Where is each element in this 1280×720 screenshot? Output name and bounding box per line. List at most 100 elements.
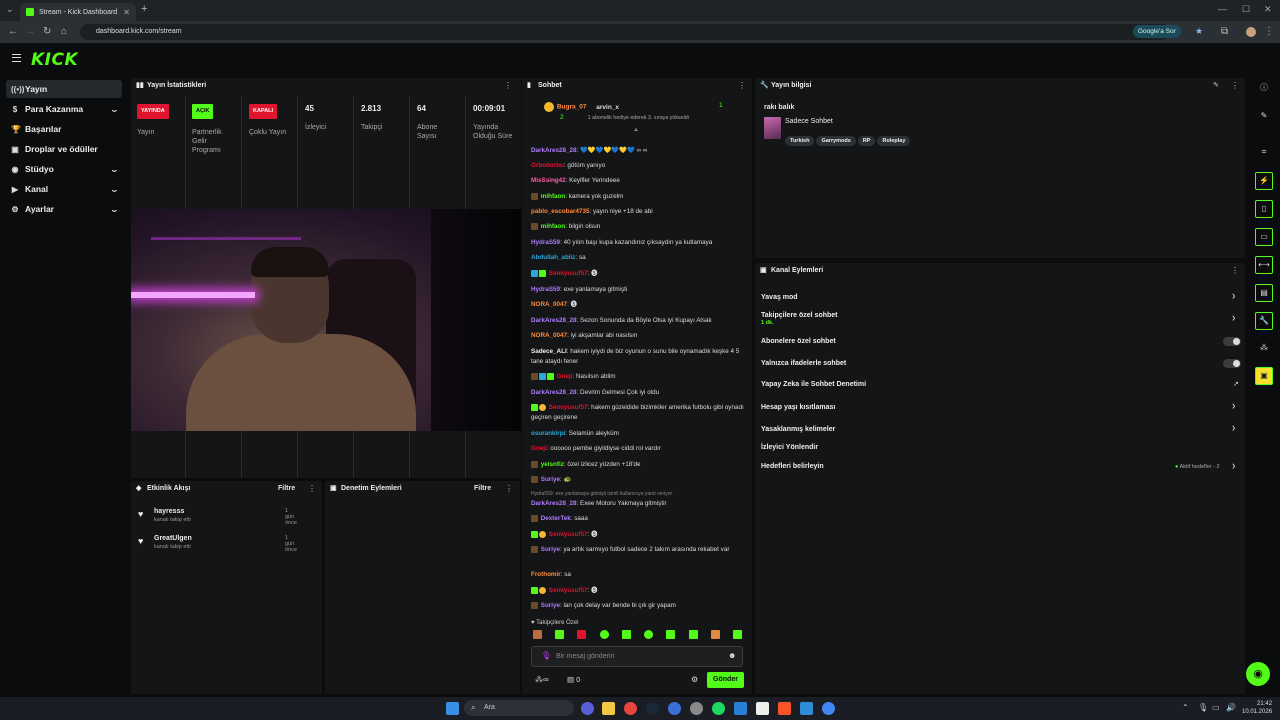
bookmark-star-icon[interactable]: ★ — [1195, 26, 1203, 37]
kick-logo[interactable]: KICK — [31, 50, 78, 70]
action-account-age[interactable]: Hesap yaşı kısıtlaması — [761, 404, 835, 411]
chat-message[interactable]: mihfaon: kamera yok guzelm — [531, 192, 746, 202]
emote-only-toggle[interactable] — [1223, 359, 1241, 368]
clock[interactable]: 21:42 10.01.2026 — [1242, 700, 1272, 716]
activity-filter-button[interactable]: Filtre — [278, 485, 295, 492]
emote-icon[interactable] — [533, 630, 542, 639]
action-banned-words[interactable]: Yasaklanmış kelimeler — [761, 426, 835, 433]
maximize-icon[interactable]: ☐ — [1242, 4, 1250, 15]
chat-username[interactable]: Semiyusuf57 — [549, 587, 588, 594]
send-button[interactable]: Gönder — [707, 672, 744, 688]
close-tab-icon[interactable]: ✕ — [123, 8, 130, 17]
sidebar-item-ayarlar[interactable]: ⚙ Ayarlar ⌄ — [6, 200, 122, 218]
edit-icon[interactable]: ✎ — [1213, 78, 1219, 94]
lightning-icon[interactable]: ⚡ — [1255, 172, 1273, 190]
emoji-icon[interactable]: ☻ — [728, 651, 736, 660]
chat-message[interactable]: MisSsing42: Keyifler Yerindeee — [531, 176, 746, 186]
extensions-icon[interactable]: ⧉ — [1221, 26, 1228, 37]
vscode-icon[interactable] — [734, 702, 747, 715]
emote-icon[interactable] — [732, 630, 742, 639]
chevron-right-icon[interactable]: › — [1232, 290, 1235, 303]
taskbar-search[interactable]: Ara — [464, 700, 574, 716]
chevron-right-icon[interactable]: › — [1232, 460, 1235, 473]
tray-chevron-icon[interactable]: ⌃ — [1182, 703, 1189, 712]
minimize-icon[interactable]: — — [1218, 4, 1227, 14]
chat-username[interactable]: HydraS59 — [531, 286, 560, 293]
chat-username[interactable]: mihfaon — [541, 223, 566, 230]
moderation-menu-icon[interactable]: ⋮ — [505, 481, 513, 497]
chat-message[interactable]: NORA_0047: iyi akşamlar abi nasılsın — [531, 331, 746, 341]
emote-icon[interactable] — [599, 630, 609, 639]
chat-message[interactable]: Gneji: Nasılsın ablim — [531, 372, 746, 382]
app-icon[interactable] — [690, 702, 703, 715]
action-slow-mode[interactable]: Yavaş mod — [761, 294, 798, 301]
sidebar-item-studyo[interactable]: ◉ Stüdyo ⌄ — [6, 160, 122, 178]
notion-icon[interactable] — [756, 702, 769, 715]
chat-message[interactable]: Suriye: lan çok delay var bende bi çık g… — [531, 601, 746, 611]
nodes-icon[interactable]: ⁂ — [1255, 340, 1273, 358]
chat-username[interactable]: DarkAres28_28 — [531, 500, 577, 507]
moderation-filter-button[interactable]: Filtre — [474, 485, 491, 492]
clip-icon[interactable]: ▣ — [1255, 367, 1273, 385]
app-icon[interactable] — [800, 702, 813, 715]
chat-username[interactable]: Semiyusuf57 — [549, 270, 588, 277]
chat-username[interactable]: DarkAres28_28 — [531, 389, 577, 396]
chat-username[interactable]: Semiyusuf57 — [549, 531, 588, 538]
chat-bubble-icon[interactable]: ▭ — [1255, 228, 1273, 246]
chat-message[interactable]: Suriye: ya artık sarmıyo futbol sadece 2… — [531, 545, 746, 555]
chat-message[interactable]: HydraS59: 40 yılın başı kupa kazandınız … — [531, 238, 746, 248]
chat-message[interactable]: Semiyusuf57: hakem güzeldide bizimkiler … — [531, 403, 746, 423]
chat-message[interactable]: pablo_escobar4735: yayın niye +18 de abi — [531, 207, 746, 217]
emote-icon[interactable] — [644, 630, 654, 639]
chevron-down-icon[interactable]: ⩡ — [634, 127, 638, 135]
emote-icon[interactable] — [555, 630, 565, 639]
sidebar-item-yayin[interactable]: ((•)) Yayın — [6, 80, 122, 98]
activity-menu-icon[interactable]: ⋮ — [308, 481, 316, 497]
stats-menu-icon[interactable]: ⋮ — [504, 78, 512, 94]
chat-username[interactable]: pablo_escobar4735 — [531, 208, 589, 215]
copilot-icon[interactable] — [581, 702, 594, 715]
wrench-rail-icon[interactable]: 🔧 — [1255, 312, 1273, 330]
microphone-icon[interactable]: 🎙 — [541, 651, 551, 660]
info-icon[interactable]: ⓘ — [1255, 80, 1273, 98]
chat-menu-icon[interactable]: ⋮ — [738, 78, 746, 94]
microphone-tray-icon[interactable]: 🎙 — [1198, 703, 1208, 712]
chat-message[interactable]: Orbodorbu: götüm yanıyo — [531, 161, 746, 171]
chat-username[interactable]: HydraS59 — [531, 239, 560, 246]
tab-list-icon[interactable]: ⌄ — [6, 4, 14, 15]
broadcast-rail-icon[interactable]: ⟷ — [1255, 256, 1273, 274]
chat-message[interactable]: Semiyusuf57: 🅢 — [531, 586, 746, 596]
chat-username[interactable]: Suriye — [541, 476, 560, 483]
chat-message[interactable]: Sadece_ALI: hakem iyiydi de biz oyunun o… — [531, 347, 746, 367]
action-ai-moderation[interactable]: Yapay Zeka ile Sohbet Denetimi — [761, 381, 866, 388]
chat-username[interactable]: Orbodorbu — [531, 162, 564, 169]
chat-username[interactable]: Suriye — [541, 602, 560, 609]
sidebar-item-para-kazanma[interactable]: $ Para Kazanma ⌄ — [6, 100, 122, 118]
app-icon[interactable] — [668, 702, 681, 715]
chat-message[interactable]: HydraS59: exe yanlamaya gitmişti — [531, 285, 746, 295]
layout-icon[interactable]: ▤ — [1255, 284, 1273, 302]
chat-username[interactable]: osurankirpi — [531, 430, 565, 437]
sidebar-item-droplar[interactable]: ▣ Droplar ve ödüller — [6, 140, 122, 158]
brave-icon[interactable] — [778, 702, 791, 715]
chat-settings-icon[interactable]: ⚙ — [691, 675, 698, 684]
chat-message[interactable]: Semiyusuf57: 🅢 — [531, 530, 746, 540]
chat-username[interactable]: Semiyusuf57 — [549, 404, 588, 411]
close-window-icon[interactable]: ✕ — [1264, 4, 1272, 15]
chat-username[interactable]: Abdullah_abiiz — [531, 254, 575, 261]
chat-message[interactable]: mihfaon: bilgin olsun — [531, 222, 746, 232]
chevron-right-icon[interactable]: › — [1232, 422, 1235, 435]
action-goals[interactable]: Hedefleri belirleyin — [761, 463, 824, 470]
chat-message-input[interactable]: Bir mesaj gönderin — [531, 646, 743, 667]
channel-actions-menu-icon[interactable]: ⋮ — [1231, 263, 1239, 279]
browser-tab[interactable]: Stream - Kick Dashboard ✕ — [20, 3, 136, 21]
chat-username[interactable]: NORA_0047 — [531, 332, 567, 339]
action-followers-only[interactable]: Takipçilere özel sohbet — [761, 312, 838, 319]
chat-username[interactable]: Suriye — [541, 546, 560, 553]
new-tab-icon[interactable]: + — [141, 3, 147, 15]
home-icon[interactable]: ⌂ — [61, 26, 67, 37]
stream-preview-video[interactable] — [131, 209, 521, 431]
chat-username[interactable]: MisSsing42 — [531, 177, 566, 184]
google-sor-button[interactable]: Google'a Sor — [1133, 25, 1181, 38]
subscribers-only-toggle[interactable] — [1223, 337, 1241, 346]
